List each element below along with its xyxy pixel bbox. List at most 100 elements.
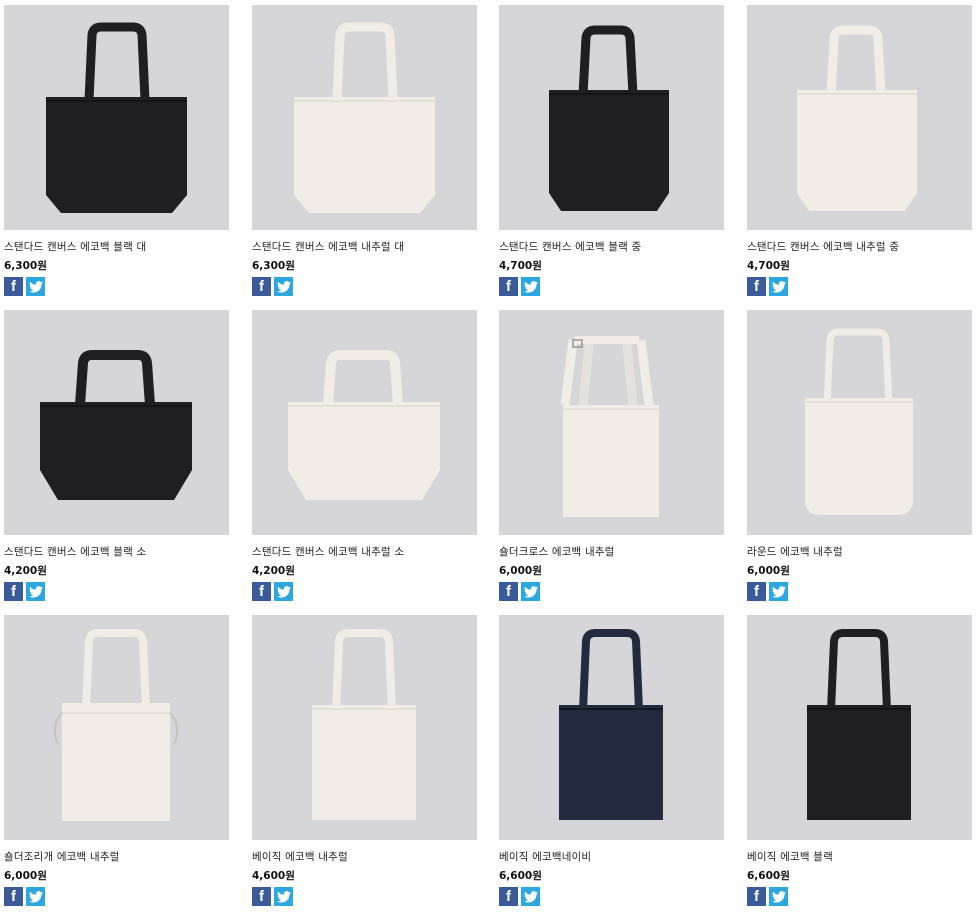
tote-bag-image bbox=[549, 25, 669, 211]
product-price: 4,600원 bbox=[252, 870, 295, 882]
product-image[interactable] bbox=[252, 5, 477, 230]
product-price: 4,200원 bbox=[252, 565, 295, 577]
product-name[interactable]: 베이직 에코백네이비 bbox=[499, 850, 724, 864]
product-image[interactable] bbox=[499, 5, 724, 230]
tote-bag-image bbox=[312, 629, 416, 820]
product-name[interactable]: 스탠다드 캔버스 에코백 내추럴 소 bbox=[252, 545, 477, 559]
product-card[interactable]: 숄더조리개 에코백 내추럴 6,000원 f bbox=[4, 615, 229, 906]
facebook-icon: f bbox=[754, 888, 759, 905]
product-card[interactable]: 스탠다드 캔버스 에코백 블랙 중 4,700원 f bbox=[499, 5, 724, 296]
facebook-share-button[interactable]: f bbox=[252, 582, 271, 601]
product-name[interactable]: 베이직 에코백 블랙 bbox=[747, 850, 972, 864]
facebook-share-button[interactable]: f bbox=[747, 582, 766, 601]
product-image[interactable] bbox=[747, 615, 972, 840]
facebook-icon: f bbox=[506, 583, 511, 600]
twitter-share-button[interactable] bbox=[521, 887, 540, 906]
share-buttons: f bbox=[747, 887, 972, 906]
facebook-share-button[interactable]: f bbox=[747, 277, 766, 296]
twitter-icon bbox=[28, 585, 43, 598]
product-card[interactable]: 스탠다드 캔버스 에코백 내추럴 대 6,300원 f bbox=[252, 5, 477, 296]
twitter-share-button[interactable] bbox=[26, 887, 45, 906]
share-buttons: f bbox=[747, 582, 972, 601]
share-buttons: f bbox=[252, 582, 477, 601]
twitter-icon bbox=[523, 585, 538, 598]
twitter-share-button[interactable] bbox=[26, 277, 45, 296]
facebook-share-button[interactable]: f bbox=[747, 887, 766, 906]
facebook-share-button[interactable]: f bbox=[499, 277, 518, 296]
twitter-icon bbox=[28, 280, 43, 293]
share-buttons: f bbox=[499, 277, 724, 296]
twitter-share-button[interactable] bbox=[274, 887, 293, 906]
product-image[interactable] bbox=[252, 615, 477, 840]
product-card[interactable]: 베이직 에코백 블랙 6,600원 f bbox=[747, 615, 972, 906]
facebook-share-button[interactable]: f bbox=[4, 582, 23, 601]
twitter-share-button[interactable] bbox=[274, 582, 293, 601]
facebook-share-button[interactable]: f bbox=[252, 887, 271, 906]
product-price: 6,300원 bbox=[4, 260, 47, 272]
product-card[interactable]: 스탠다드 캔버스 에코백 블랙 소 4,200원 f bbox=[4, 310, 229, 601]
product-price: 6,600원 bbox=[747, 870, 790, 882]
share-buttons: f bbox=[252, 887, 477, 906]
facebook-icon: f bbox=[259, 583, 264, 600]
product-name[interactable]: 스탠다드 캔버스 에코백 블랙 소 bbox=[4, 545, 229, 559]
facebook-share-button[interactable]: f bbox=[4, 277, 23, 296]
twitter-share-button[interactable] bbox=[521, 277, 540, 296]
product-image[interactable] bbox=[4, 310, 229, 535]
product-card[interactable]: 스탠다드 캔버스 에코백 블랙 대 6,300원 f bbox=[4, 5, 229, 296]
facebook-share-button[interactable]: f bbox=[499, 582, 518, 601]
twitter-share-button[interactable] bbox=[769, 887, 788, 906]
share-buttons: f bbox=[499, 582, 724, 601]
twitter-icon bbox=[276, 890, 291, 903]
share-buttons: f bbox=[747, 277, 972, 296]
facebook-share-button[interactable]: f bbox=[4, 887, 23, 906]
product-name[interactable]: 숄더조리개 에코백 내추럴 bbox=[4, 850, 229, 864]
twitter-icon bbox=[276, 280, 291, 293]
tote-bag-image bbox=[53, 629, 179, 821]
twitter-share-button[interactable] bbox=[26, 582, 45, 601]
twitter-share-button[interactable] bbox=[274, 277, 293, 296]
twitter-icon bbox=[523, 890, 538, 903]
share-buttons: f bbox=[4, 887, 229, 906]
facebook-share-button[interactable]: f bbox=[252, 277, 271, 296]
product-image[interactable] bbox=[747, 310, 972, 535]
tote-bag-image bbox=[559, 629, 663, 820]
product-name[interactable]: 숄더크로스 에코백 내추럴 bbox=[499, 545, 724, 559]
product-card[interactable]: 라운드 에코백 내추럴 6,000원 f bbox=[747, 310, 972, 601]
tote-bag-image bbox=[294, 22, 435, 213]
product-name[interactable]: 스탠다드 캔버스 에코백 블랙 중 bbox=[499, 240, 724, 254]
product-card[interactable]: 숄더크로스 에코백 내추럴 6,000원 f bbox=[499, 310, 724, 601]
share-buttons: f bbox=[4, 582, 229, 601]
share-buttons: f bbox=[499, 887, 724, 906]
product-card[interactable]: 스탠다드 캔버스 에코백 내추럴 소 4,200원 f bbox=[252, 310, 477, 601]
product-image[interactable] bbox=[4, 5, 229, 230]
facebook-icon: f bbox=[754, 278, 759, 295]
facebook-icon: f bbox=[259, 888, 264, 905]
product-name[interactable]: 라운드 에코백 내추럴 bbox=[747, 545, 972, 559]
product-price: 4,700원 bbox=[499, 260, 542, 272]
product-price: 6,600원 bbox=[499, 870, 542, 882]
share-buttons: f bbox=[4, 277, 229, 296]
product-image[interactable] bbox=[747, 5, 972, 230]
facebook-share-button[interactable]: f bbox=[499, 887, 518, 906]
product-card[interactable]: 베이직 에코백 내추럴 4,600원 f bbox=[252, 615, 477, 906]
product-card[interactable]: 스탠다드 캔버스 에코백 내추럴 중 4,700원 f bbox=[747, 5, 972, 296]
product-image[interactable] bbox=[252, 310, 477, 535]
product-image[interactable] bbox=[499, 615, 724, 840]
product-name[interactable]: 스탠다드 캔버스 에코백 내추럴 중 bbox=[747, 240, 972, 254]
product-name[interactable]: 스탠다드 캔버스 에코백 블랙 대 bbox=[4, 240, 229, 254]
product-name[interactable]: 스탠다드 캔버스 에코백 내추럴 대 bbox=[252, 240, 477, 254]
twitter-share-button[interactable] bbox=[769, 277, 788, 296]
product-price: 4,200원 bbox=[4, 565, 47, 577]
product-image[interactable] bbox=[499, 310, 724, 535]
facebook-icon: f bbox=[11, 278, 16, 295]
product-image[interactable] bbox=[4, 615, 229, 840]
twitter-icon bbox=[523, 280, 538, 293]
facebook-icon: f bbox=[506, 278, 511, 295]
twitter-share-button[interactable] bbox=[521, 582, 540, 601]
tote-bag-image bbox=[560, 336, 659, 517]
facebook-icon: f bbox=[259, 278, 264, 295]
twitter-share-button[interactable] bbox=[769, 582, 788, 601]
twitter-icon bbox=[771, 585, 786, 598]
product-card[interactable]: 베이직 에코백네이비 6,600원 f bbox=[499, 615, 724, 906]
product-name[interactable]: 베이직 에코백 내추럴 bbox=[252, 850, 477, 864]
